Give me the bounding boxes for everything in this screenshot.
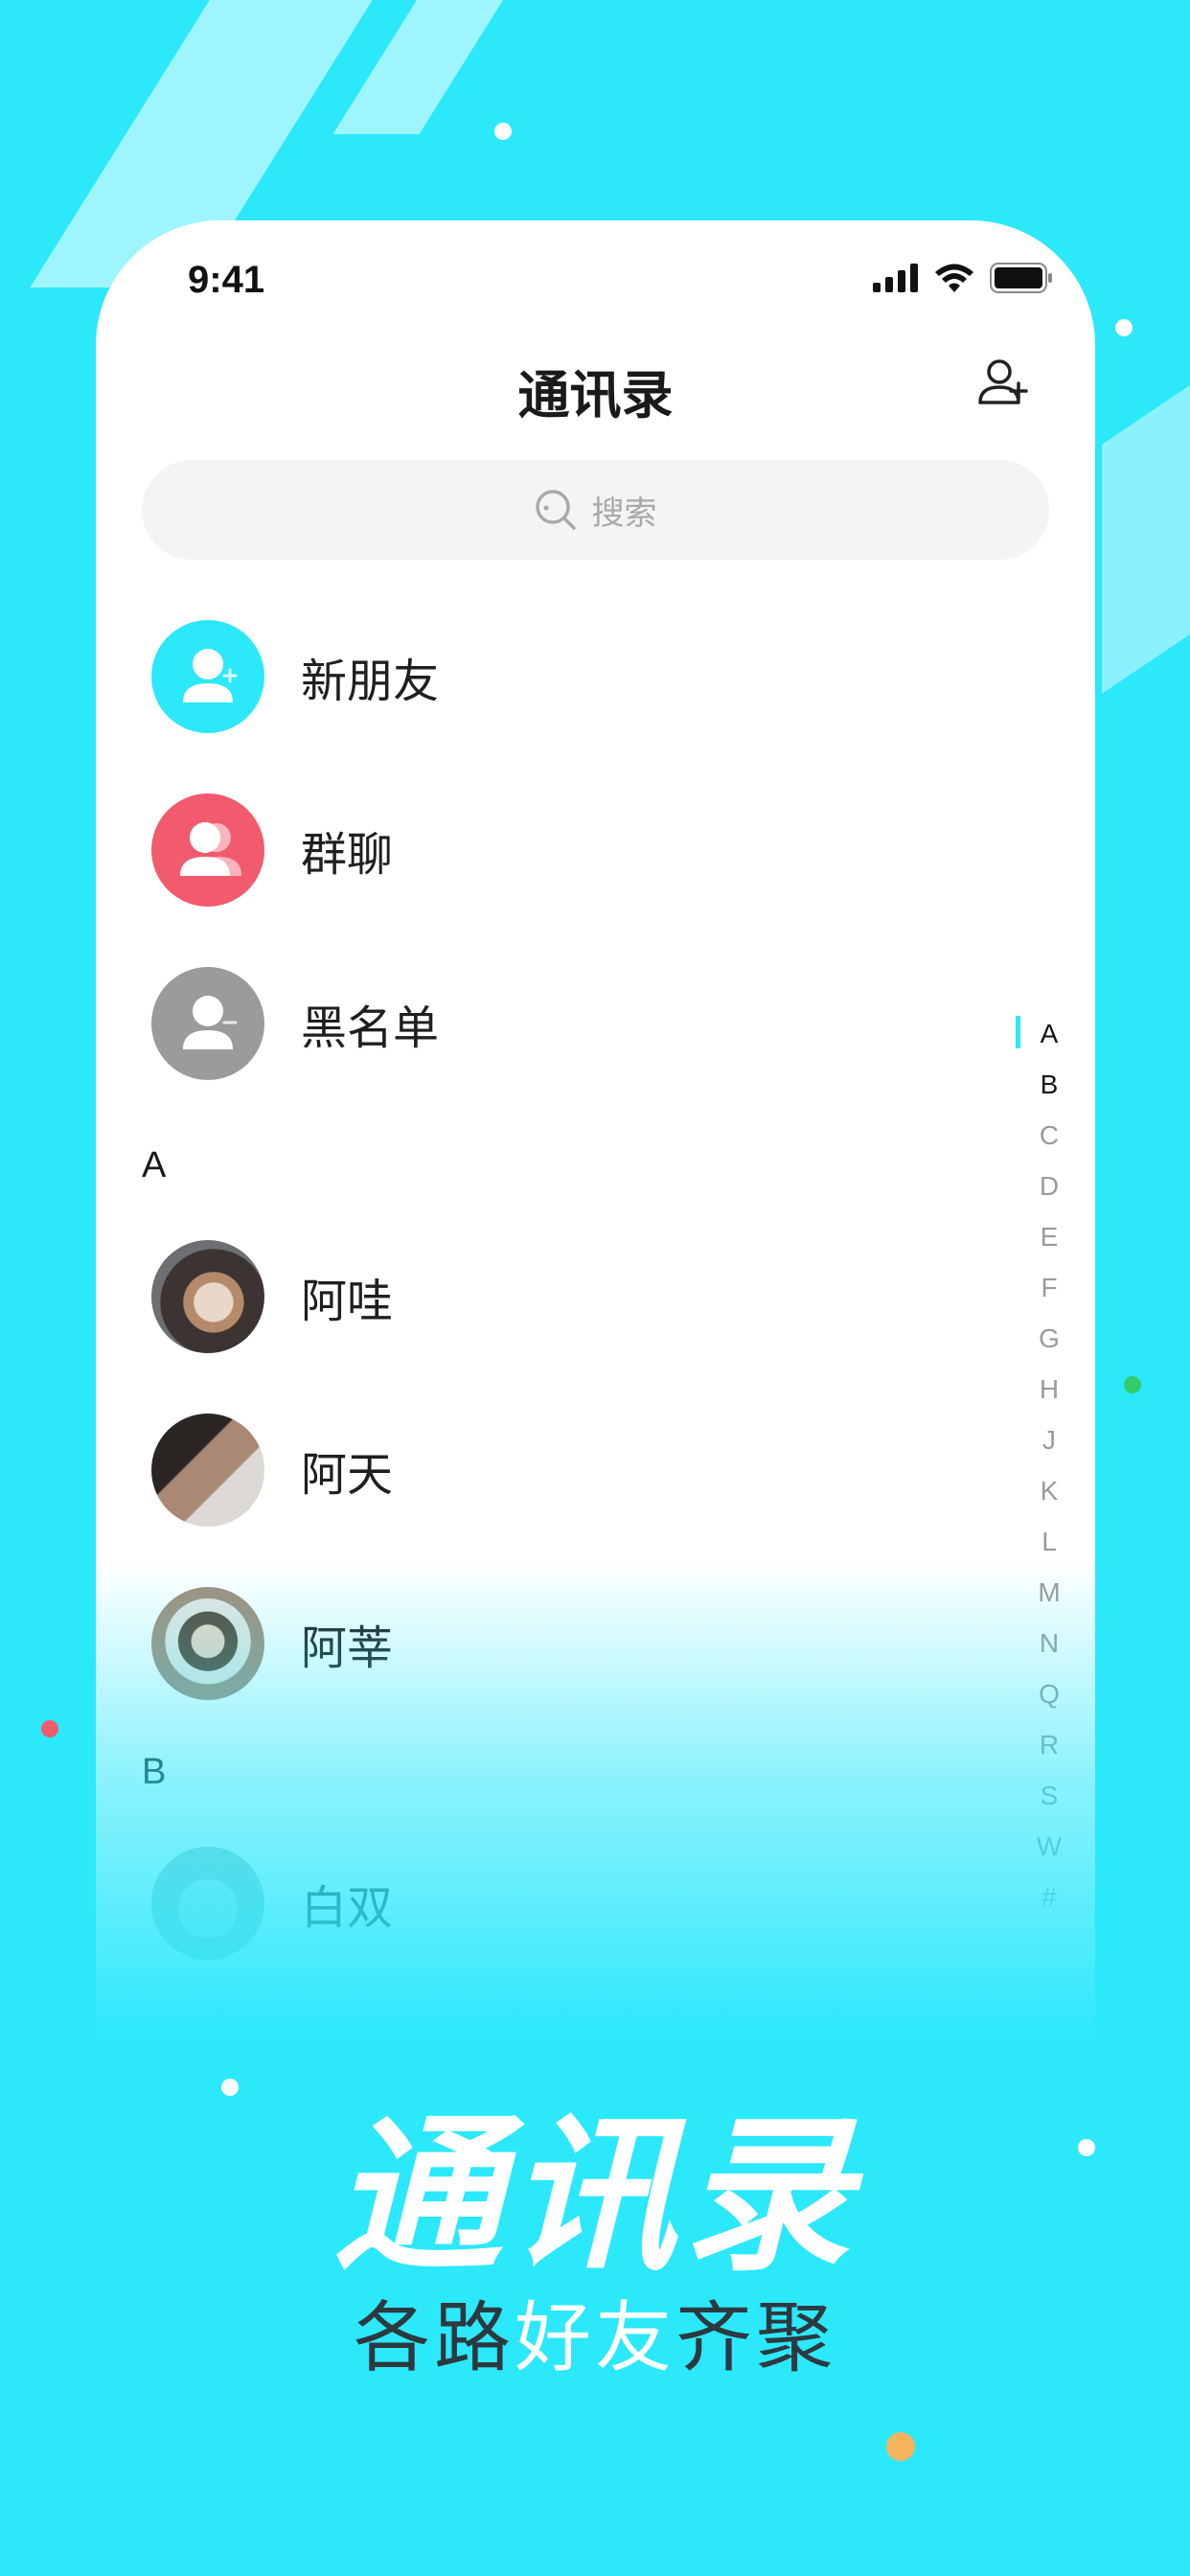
list-item-label: 黑名单 xyxy=(301,1001,440,1055)
avatar xyxy=(151,1847,264,1960)
avatar xyxy=(151,1414,264,1527)
avatar xyxy=(151,1240,264,1353)
decor-dot xyxy=(1115,319,1133,336)
index-letter[interactable]: Q xyxy=(1016,1668,1083,1719)
search-input[interactable]: 搜索 xyxy=(142,460,1049,560)
index-letter[interactable]: D xyxy=(1016,1161,1083,1211)
add-contact-button[interactable] xyxy=(974,355,1032,412)
index-active-marker xyxy=(1016,1016,1020,1048)
index-letter[interactable]: # xyxy=(1016,1872,1083,1922)
index-letter[interactable]: J xyxy=(1016,1414,1083,1465)
list-item-label: 新朋友 xyxy=(301,655,440,708)
signal-icon xyxy=(873,264,918,292)
contact-name: 阿哇 xyxy=(301,1275,394,1328)
promo-subtitle: 各路好友齐聚 xyxy=(0,2276,1190,2387)
search-placeholder: 搜索 xyxy=(591,494,657,533)
promo-subtitle-highlight: 好友 xyxy=(515,2293,675,2382)
index-letter[interactable]: F xyxy=(1016,1262,1083,1313)
background-stripe xyxy=(332,0,539,134)
search-icon xyxy=(535,490,576,530)
index-letter[interactable]: M xyxy=(1016,1567,1083,1618)
alphabet-index[interactable]: A B C D E F G H J K L M N Q R S W # xyxy=(1016,1008,1083,1922)
decor-dot xyxy=(886,2432,915,2461)
phone-screen: 9:41 通讯录 搜索 新朋友 群聊 黑名单 A 阿哇 阿天 阿莘 B 白双 A… xyxy=(96,220,1095,2041)
wifi-icon xyxy=(935,264,973,292)
new-friend-icon xyxy=(151,620,264,733)
decor-dot xyxy=(1124,1376,1141,1393)
list-item-blacklist[interactable]: 黑名单 xyxy=(151,966,439,1081)
list-item-new-friends[interactable]: 新朋友 xyxy=(151,619,439,734)
add-user-icon xyxy=(978,359,1028,404)
section-header: A xyxy=(142,1145,167,1185)
decor-dot xyxy=(494,123,512,140)
contact-name: 白双 xyxy=(301,1881,394,1935)
index-letter[interactable]: E xyxy=(1016,1211,1083,1262)
index-letter[interactable]: H xyxy=(1016,1364,1083,1414)
list-item-label: 群聊 xyxy=(301,828,394,882)
index-letter[interactable]: B xyxy=(1016,1059,1083,1110)
status-bar: 9:41 xyxy=(96,220,1095,335)
index-letter[interactable]: W xyxy=(1016,1821,1083,1872)
contact-row[interactable]: 白双 xyxy=(151,1846,393,1961)
battery-icon xyxy=(990,263,1052,293)
promo-subtitle-part: 各路 xyxy=(354,2293,515,2382)
background-stripe xyxy=(1102,360,1190,694)
contact-name: 阿莘 xyxy=(301,1622,394,1675)
promo-subtitle-part: 齐聚 xyxy=(675,2293,836,2382)
index-letter[interactable]: K xyxy=(1016,1465,1083,1516)
section-header: B xyxy=(142,1752,167,1792)
list-item-group-chat[interactable]: 群聊 xyxy=(151,793,393,908)
contact-name: 阿天 xyxy=(301,1448,394,1502)
group-chat-icon xyxy=(151,794,264,907)
page-title: 通讯录 xyxy=(517,365,674,426)
decor-dot xyxy=(41,1720,58,1737)
index-letter[interactable]: R xyxy=(1016,1719,1083,1770)
contact-row[interactable]: 阿莘 xyxy=(151,1586,393,1701)
blacklist-icon xyxy=(151,967,264,1080)
contact-row[interactable]: 阿天 xyxy=(151,1413,393,1528)
index-letter[interactable]: G xyxy=(1016,1313,1083,1364)
promo-title: 通讯录 xyxy=(332,2098,857,2294)
index-letter[interactable]: L xyxy=(1016,1516,1083,1567)
avatar xyxy=(151,1587,264,1700)
index-letter[interactable]: N xyxy=(1016,1618,1083,1668)
index-letter[interactable]: A xyxy=(1016,1008,1083,1059)
status-icons xyxy=(873,263,1053,293)
status-time: 9:41 xyxy=(188,259,265,301)
index-label: A xyxy=(1040,1019,1059,1048)
contact-row[interactable]: 阿哇 xyxy=(151,1239,393,1354)
index-letter[interactable]: C xyxy=(1016,1110,1083,1161)
index-letter[interactable]: S xyxy=(1016,1770,1083,1821)
